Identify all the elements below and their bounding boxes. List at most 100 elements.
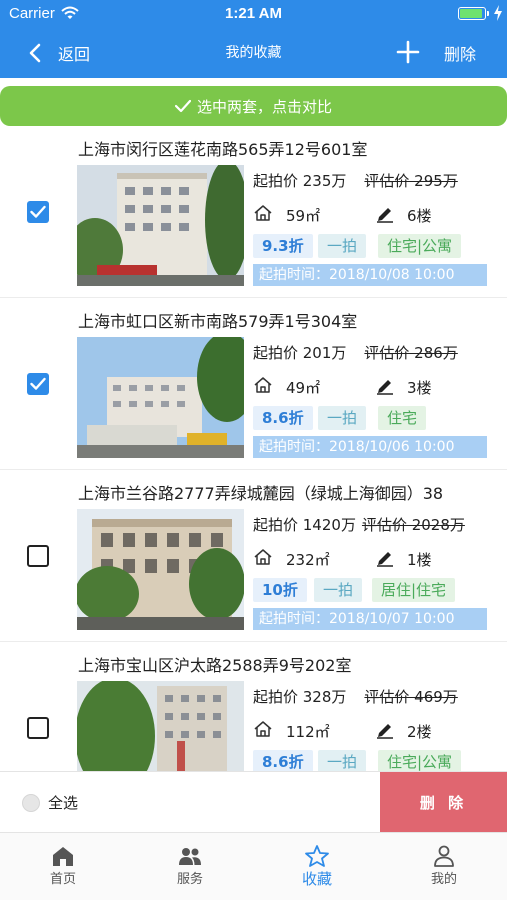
- checkmark-icon: [30, 205, 46, 218]
- floor-value: 6楼: [407, 207, 432, 225]
- home-icon: [53, 847, 73, 866]
- evaluation-price: 评估价 2028万: [361, 516, 465, 534]
- floor-value: 3楼: [407, 379, 432, 397]
- listing-title: 上海市闵行区莲花南路565弄12号601室: [78, 140, 368, 159]
- evaluation-price: 评估价 286万: [364, 344, 458, 362]
- auction-round-tag: 一拍: [318, 234, 367, 258]
- area-value: 59㎡: [286, 207, 321, 225]
- pen-icon: [377, 380, 393, 395]
- delete-selected-button[interactable]: 删 除: [380, 772, 507, 832]
- area-value: 112㎡: [286, 723, 330, 741]
- tab-favorites[interactable]: 收藏: [254, 833, 380, 900]
- tab-label: 服务: [176, 872, 203, 887]
- evaluation-price: 评估价 469万: [364, 688, 458, 706]
- listing-checkbox-unchecked[interactable]: [27, 717, 49, 739]
- start-price: 起拍价 201万: [253, 344, 347, 362]
- property-type-tag: 居住|住宅: [372, 578, 456, 602]
- discount-tag: 10折: [253, 578, 307, 602]
- tab-services[interactable]: 服务: [127, 833, 253, 900]
- favorites-list: 上海市闵行区莲花南路565弄12号601室 起拍价 235万 评估价 295万 5…: [0, 126, 507, 771]
- price-row: 起拍价 201万 评估价 286万: [253, 342, 458, 363]
- auction-start-time: 起拍时间：2018/10/08 10:00: [253, 264, 487, 286]
- listing-item[interactable]: 上海市虹口区新市南路579弄1号304室 起拍价 201万 评估价 286万 49…: [0, 298, 507, 470]
- people-icon: [179, 848, 201, 865]
- auction-round-tag: 一拍: [318, 406, 367, 430]
- listing-title: 上海市宝山区沪太路2588弄9号202室: [78, 656, 352, 675]
- house-icon: [254, 549, 272, 565]
- spec-row: 49㎡ 3楼: [253, 374, 503, 398]
- battery-icon: [458, 7, 486, 20]
- spec-row: 112㎡ 2楼: [253, 718, 503, 742]
- area-value: 232㎡: [286, 551, 330, 569]
- evaluation-price: 评估价 295万: [364, 172, 458, 190]
- property-type-tag: 住宅: [378, 406, 427, 430]
- listing-checkbox-unchecked[interactable]: [27, 545, 49, 567]
- discount-tag: 8.6折: [253, 750, 313, 771]
- discount-tag: 8.6折: [253, 406, 313, 430]
- tab-label: 收藏: [301, 870, 332, 888]
- tab-home[interactable]: 首页: [0, 833, 126, 900]
- radio-circle-icon: [22, 793, 40, 812]
- checkmark-icon: [30, 377, 46, 390]
- auction-start-time: 起拍时间：2018/10/07 10:00: [253, 608, 487, 630]
- add-icon[interactable]: [395, 39, 421, 65]
- tab-profile[interactable]: 我的: [381, 833, 507, 900]
- checkmark-icon: [174, 99, 191, 113]
- listing-item[interactable]: 上海市兰谷路2777弄绿城麓园（绿城上海御园）38 起拍价 1420万 评估价 2…: [0, 470, 507, 642]
- listing-checkbox-checked[interactable]: [27, 201, 49, 223]
- property-type-tag: 住宅|公寓: [378, 234, 462, 258]
- property-type-tag: 住宅|公寓: [378, 750, 462, 771]
- spec-row: 59㎡ 6楼: [253, 202, 503, 226]
- status-bar: Carrier 1:21 AM: [0, 0, 507, 28]
- nav-delete-button[interactable]: 删除: [444, 41, 476, 65]
- listing-title: 上海市虹口区新市南路579弄1号304室: [78, 312, 358, 331]
- listing-photo[interactable]: [77, 681, 244, 771]
- listing-item[interactable]: 上海市闵行区莲花南路565弄12号601室 起拍价 235万 评估价 295万 5…: [0, 126, 507, 298]
- tab-bar: 首页 服务 收藏 我的: [0, 832, 507, 900]
- compare-label: 选中两套，点击对比: [196, 97, 332, 116]
- chevron-left-icon: [29, 43, 41, 63]
- listing-photo[interactable]: [77, 337, 244, 458]
- house-icon: [254, 721, 272, 737]
- compare-button[interactable]: 选中两套，点击对比: [0, 86, 507, 126]
- building-photo: [77, 509, 244, 630]
- start-price: 起拍价 328万: [253, 688, 347, 706]
- battery-tip: [487, 11, 489, 16]
- floor-value: 1楼: [407, 551, 432, 569]
- listing-title: 上海市兰谷路2777弄绿城麓园（绿城上海御园）38: [78, 484, 444, 503]
- start-price: 起拍价 235万: [253, 172, 347, 190]
- building-photo: [77, 337, 244, 458]
- tab-label: 我的: [430, 872, 457, 887]
- auction-round-tag: 一拍: [318, 750, 367, 771]
- bulk-action-bar: 全选 删 除: [0, 771, 507, 832]
- person-icon: [434, 845, 454, 867]
- price-row: 起拍价 328万 评估价 469万: [253, 686, 458, 707]
- discount-tag: 9.3折: [253, 234, 313, 258]
- pen-icon: [377, 724, 393, 739]
- tab-label: 首页: [49, 872, 76, 887]
- select-all-toggle[interactable]: 全选: [22, 792, 78, 813]
- select-all-label: 全选: [48, 794, 79, 812]
- pen-icon: [377, 208, 393, 223]
- area-value: 49㎡: [286, 379, 321, 397]
- building-photo: [77, 165, 244, 286]
- price-row: 起拍价 1420万 评估价 2028万: [253, 514, 465, 535]
- charging-bolt-icon: [494, 5, 502, 21]
- building-photo: [77, 681, 244, 771]
- spec-row: 232㎡ 1楼: [253, 546, 503, 570]
- listing-photo[interactable]: [77, 509, 244, 630]
- star-icon: [305, 845, 329, 867]
- floor-value: 2楼: [407, 723, 432, 741]
- clock: 1:21 AM: [225, 5, 282, 22]
- price-row: 起拍价 235万 评估价 295万: [253, 170, 458, 191]
- back-label: 返回: [58, 45, 91, 64]
- house-icon: [254, 377, 272, 393]
- listing-checkbox-checked[interactable]: [27, 373, 49, 395]
- back-button[interactable]: 返回: [28, 36, 90, 70]
- pen-icon: [377, 552, 393, 567]
- start-price: 起拍价 1420万: [253, 516, 356, 534]
- auction-start-time: 起拍时间：2018/10/06 10:00: [253, 436, 487, 458]
- listing-photo[interactable]: [77, 165, 244, 286]
- auction-round-tag: 一拍: [314, 578, 363, 602]
- listing-item[interactable]: 上海市宝山区沪太路2588弄9号202室 起拍价 328万 评估价 469万 11…: [0, 642, 507, 771]
